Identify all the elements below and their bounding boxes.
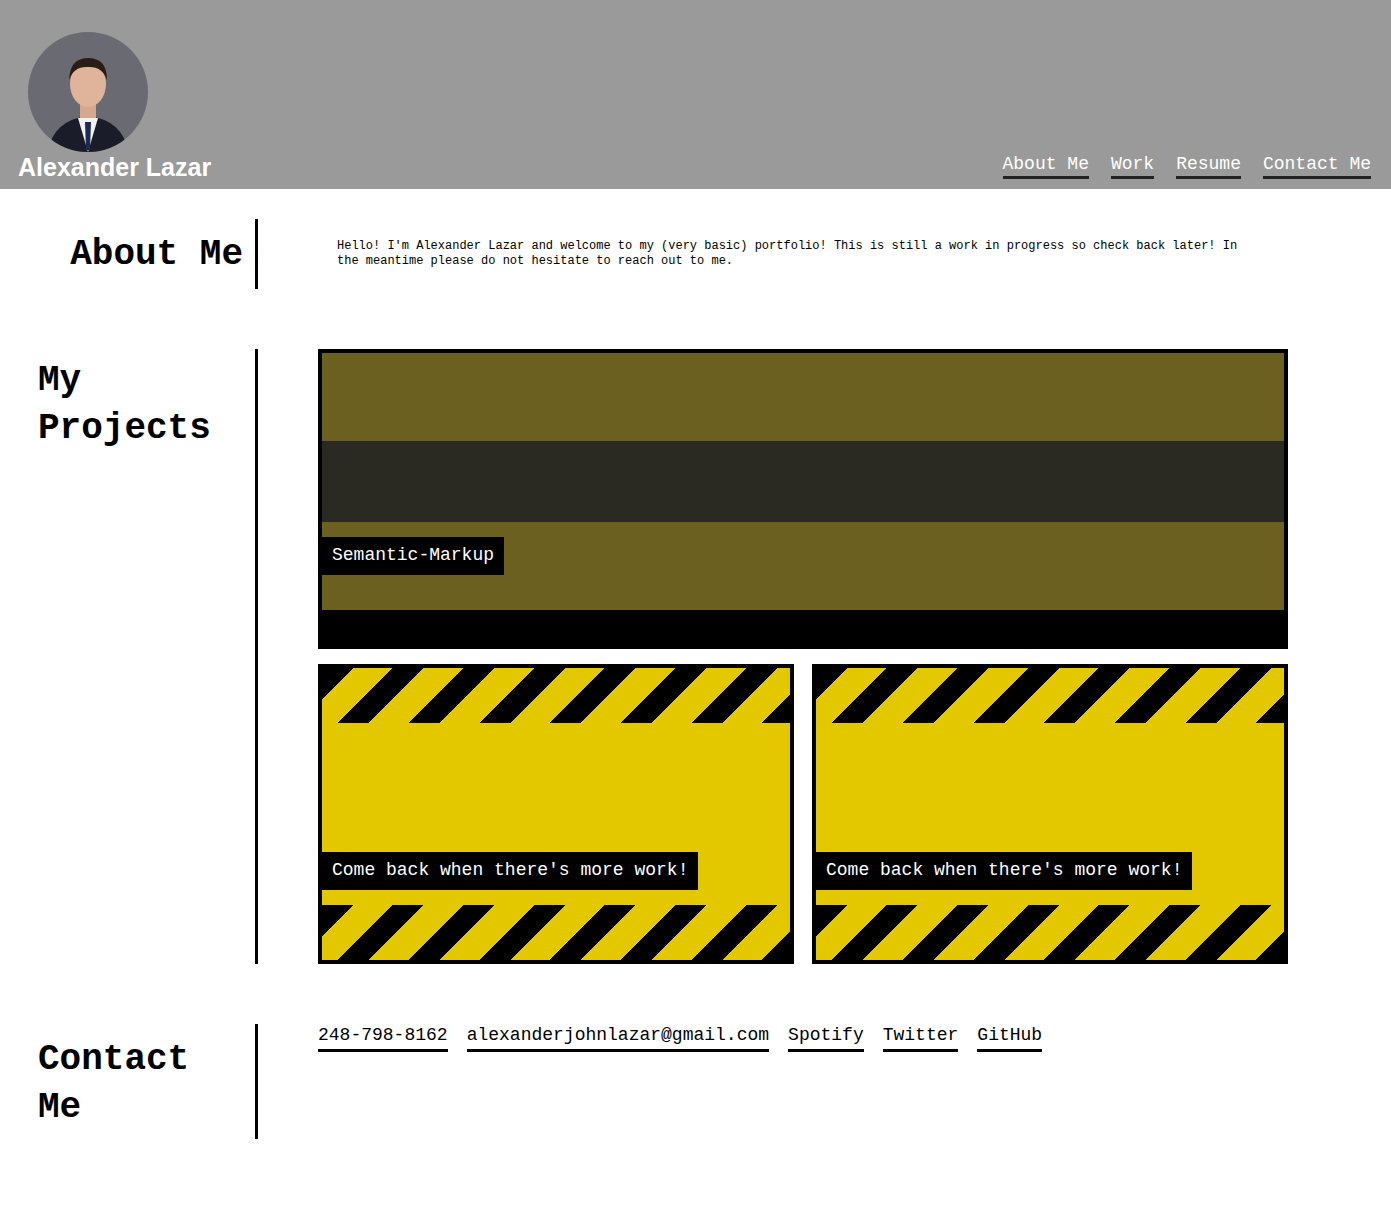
- project-caption: Semantic-Markup: [322, 537, 504, 575]
- contact-heading: Contact Me: [0, 1024, 255, 1132]
- nav-link[interactable]: Resume: [1176, 154, 1241, 179]
- projects-heading: My Projects: [0, 349, 255, 453]
- site-name: Alexander Lazar: [18, 154, 211, 182]
- projects-content: Semantic-Markup Come back when there's mo…: [318, 349, 1288, 964]
- project-grid: Come back when there's more work! Come ba…: [318, 664, 1288, 964]
- contact-content: 248-798-8162 alexanderjohnlazar@gmail.com…: [318, 1024, 1288, 1139]
- site-header: Alexander Lazar About Me Work Resume Contact…: [0, 0, 1391, 189]
- about-heading: About Me: [0, 219, 255, 279]
- projects-side: My Projects: [0, 349, 258, 964]
- project-card[interactable]: Come back when there's more work!: [318, 664, 794, 964]
- contact-section: Contact Me 248-798-8162 alexanderjohnlazar…: [0, 1024, 1391, 1139]
- about-side: About Me: [0, 219, 258, 289]
- contact-link[interactable]: 248-798-8162: [318, 1024, 448, 1052]
- contact-link[interactable]: alexanderjohnlazar@gmail.com: [467, 1024, 769, 1052]
- contact-links: 248-798-8162 alexanderjohnlazar@gmail.com…: [318, 1024, 1288, 1052]
- about-text: Hello! I'm Alexander Lazar and welcome t…: [318, 219, 1288, 269]
- project-caption: Come back when there's more work!: [322, 852, 698, 890]
- contact-link[interactable]: Spotify: [788, 1024, 864, 1052]
- brand: Alexander Lazar: [18, 32, 211, 182]
- main-nav: About Me Work Resume Contact Me: [1003, 154, 1371, 181]
- project-card[interactable]: Come back when there's more work!: [812, 664, 1288, 964]
- nav-link[interactable]: Work: [1111, 154, 1154, 179]
- projects-section: My Projects Semantic-Markup Come back when…: [0, 349, 1391, 964]
- contact-side: Contact Me: [0, 1024, 258, 1139]
- about-section: About Me Hello! I'm Alexander Lazar and w…: [0, 219, 1391, 289]
- contact-link[interactable]: GitHub: [977, 1024, 1042, 1052]
- project-caption: Come back when there's more work!: [816, 852, 1192, 890]
- nav-link[interactable]: Contact Me: [1263, 154, 1371, 179]
- project-card[interactable]: Semantic-Markup: [318, 349, 1288, 649]
- contact-link[interactable]: Twitter: [883, 1024, 959, 1052]
- nav-link[interactable]: About Me: [1003, 154, 1089, 179]
- avatar-icon: [28, 32, 148, 152]
- about-content: Hello! I'm Alexander Lazar and welcome t…: [318, 219, 1288, 289]
